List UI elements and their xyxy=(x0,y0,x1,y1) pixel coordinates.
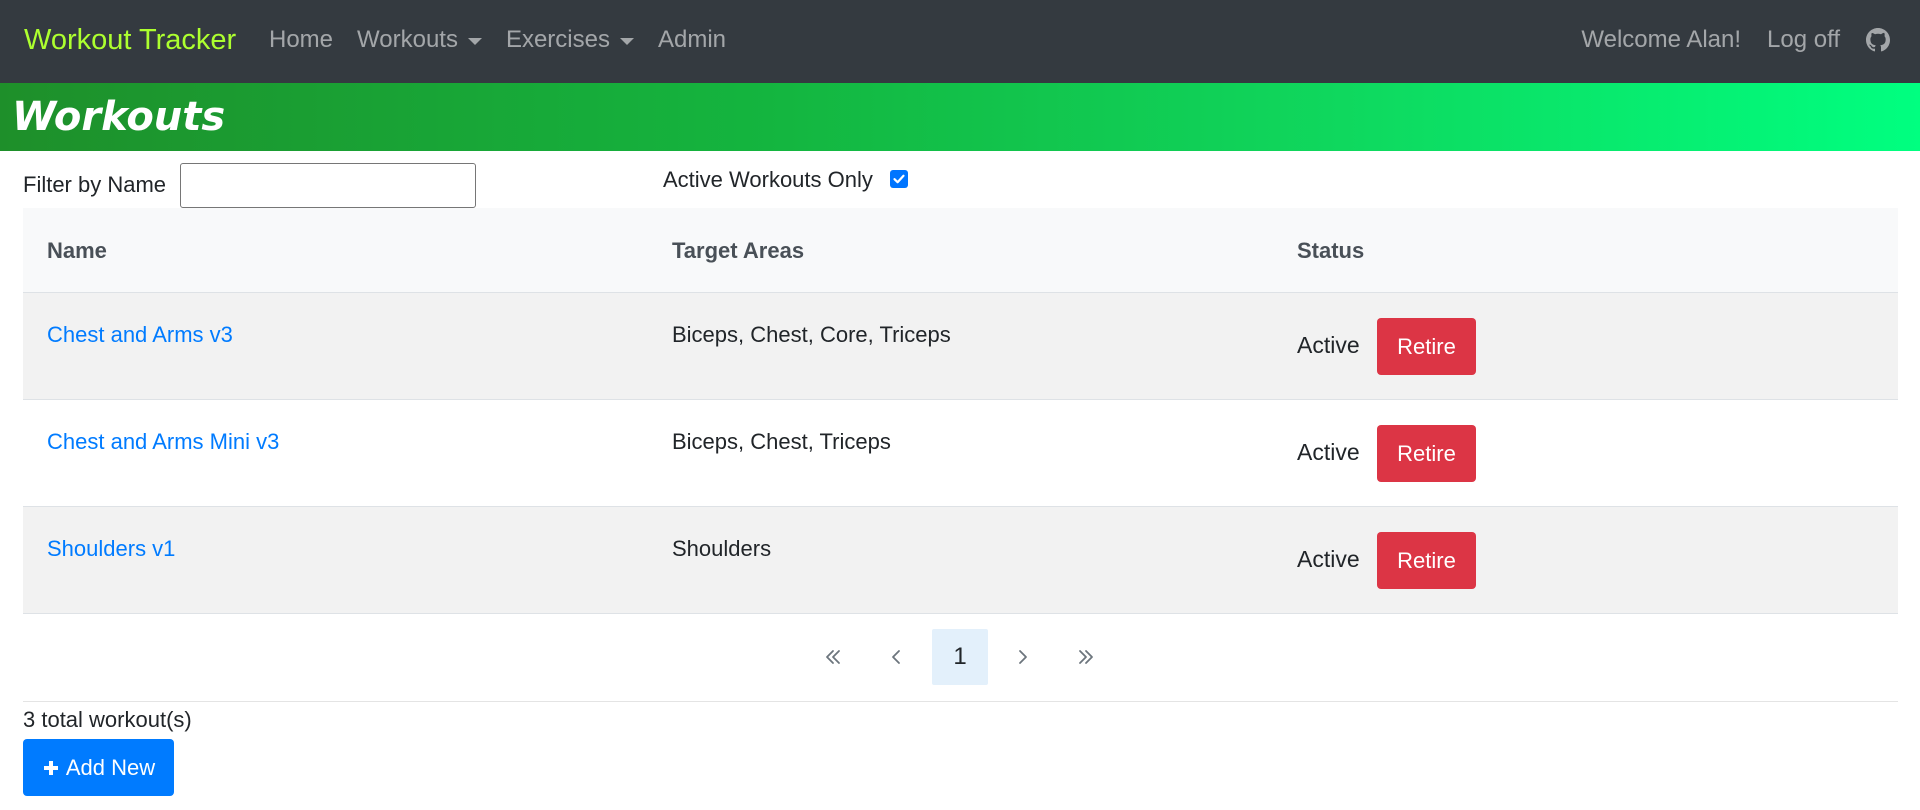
plus-icon xyxy=(43,760,58,775)
add-new-label: Add New xyxy=(65,754,156,780)
caret-down-icon xyxy=(467,37,482,45)
target-areas-cell: Biceps, Chest, Triceps xyxy=(672,429,891,454)
page-banner: Workouts xyxy=(0,83,1920,151)
nav-right: Welcome Alan! Log off xyxy=(1555,22,1890,58)
last-page-button[interactable] xyxy=(1058,629,1114,685)
nav-exercises-dropdown[interactable]: Exercises xyxy=(506,22,634,58)
workouts-table: Name Target Areas Status Chest and Arms … xyxy=(23,208,1898,614)
workout-name-link[interactable]: Chest and Arms Mini v3 xyxy=(47,427,279,457)
filter-name-label: Filter by Name xyxy=(23,172,167,197)
welcome-text: Welcome Alan! xyxy=(1581,26,1742,53)
retire-button[interactable]: Retire xyxy=(1377,425,1476,482)
prev-page-button[interactable] xyxy=(868,629,924,685)
active-only-label: Active Workouts Only xyxy=(663,167,873,192)
page-number-button[interactable]: 1 xyxy=(932,629,988,685)
github-icon[interactable] xyxy=(1866,28,1890,52)
target-areas-cell: Biceps, Chest, Core, Triceps xyxy=(672,322,951,347)
workout-name-link[interactable]: Shoulders v1 xyxy=(47,534,175,564)
nav-home-link[interactable]: Home xyxy=(269,22,333,58)
nav-workouts-label: Workouts xyxy=(357,26,458,53)
add-new-button[interactable]: Add New xyxy=(23,739,174,796)
first-page-button[interactable] xyxy=(805,629,861,685)
status-text: Active xyxy=(1297,546,1360,572)
table-row: Chest and Arms Mini v3 Biceps, Chest, Tr… xyxy=(23,400,1898,507)
double-chevron-left-icon xyxy=(826,650,840,664)
caret-down-icon xyxy=(619,37,634,45)
pagination: 1 xyxy=(0,629,1920,685)
filter-name-input[interactable] xyxy=(180,163,476,208)
table-header: Name Target Areas Status xyxy=(23,208,1898,293)
table-row: Shoulders v1 Shoulders Active Retire xyxy=(23,507,1898,614)
header-target-areas: Target Areas xyxy=(672,238,805,263)
double-chevron-right-icon xyxy=(1079,650,1093,664)
top-navbar: Workout Tracker Home Workouts Exercises … xyxy=(0,0,1920,83)
header-name: Name xyxy=(47,238,107,263)
chevron-left-icon xyxy=(892,650,900,664)
workout-name-link[interactable]: Chest and Arms v3 xyxy=(47,320,233,350)
status-text: Active xyxy=(1297,439,1360,465)
chevron-right-icon xyxy=(1019,650,1027,664)
target-areas-cell: Shoulders xyxy=(672,536,772,561)
active-only-checkbox[interactable] xyxy=(890,170,908,188)
total-count: 3 total workout(s) xyxy=(23,707,192,732)
brand-link[interactable]: Workout Tracker xyxy=(24,20,236,60)
retire-button[interactable]: Retire xyxy=(1377,532,1476,589)
header-status: Status xyxy=(1297,238,1365,263)
divider xyxy=(23,701,1898,702)
page-title: Workouts xyxy=(12,94,226,140)
status-text: Active xyxy=(1297,332,1360,358)
logoff-link[interactable]: Log off xyxy=(1767,22,1840,58)
check-icon xyxy=(893,174,905,184)
nav-exercises-label: Exercises xyxy=(505,26,610,53)
retire-button[interactable]: Retire xyxy=(1377,318,1476,375)
nav-links: Home Workouts Exercises Admin xyxy=(269,22,750,58)
nav-workouts-dropdown[interactable]: Workouts xyxy=(357,22,482,58)
nav-admin-link[interactable]: Admin xyxy=(658,22,726,58)
next-page-button[interactable] xyxy=(995,629,1051,685)
table-row: Chest and Arms v3 Biceps, Chest, Core, T… xyxy=(23,293,1898,400)
